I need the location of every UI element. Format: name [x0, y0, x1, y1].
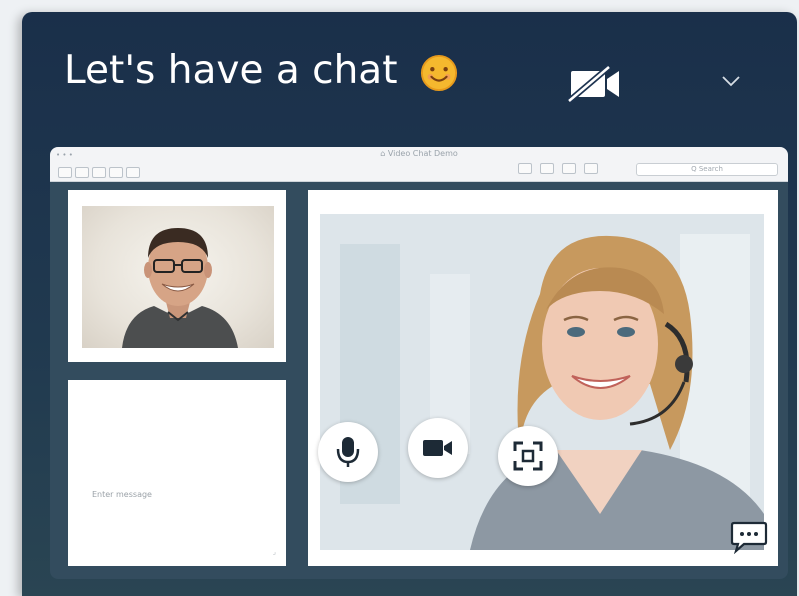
open-chat-button[interactable]	[730, 520, 768, 555]
message-input-placeholder[interactable]: Enter message	[92, 490, 152, 499]
reload-button[interactable]	[126, 167, 140, 178]
video-camera-icon	[423, 440, 452, 456]
self-video-panel	[68, 190, 286, 362]
man-portrait-image	[122, 228, 238, 348]
self-video-feed	[82, 206, 274, 348]
video-chat-preview: • • • ⌂ Video Chat Demo Q Search Enter m…	[50, 147, 788, 579]
home-button[interactable]	[109, 167, 123, 178]
forward-button[interactable]	[75, 167, 89, 178]
toggle-video-button[interactable]	[408, 418, 468, 478]
preview-window-titlebar: • • • ⌂ Video Chat Demo Q Search	[50, 147, 788, 182]
smiling-face-icon	[420, 54, 457, 91]
camera-off-icon[interactable]	[565, 65, 629, 103]
fullscreen-button[interactable]	[498, 426, 558, 486]
chat-bubble-icon	[730, 521, 768, 555]
search-input[interactable]: Q Search	[636, 163, 778, 176]
preview-toolbar-left	[58, 163, 178, 178]
preview-window-title: ⌂ Video Chat Demo	[380, 149, 458, 158]
remote-video-feed	[320, 214, 764, 550]
widget-header-title: Let's have a chat	[64, 48, 458, 93]
share-button[interactable]	[518, 163, 532, 174]
settings-button[interactable]	[584, 163, 598, 174]
microphone-icon	[336, 437, 360, 467]
chat-widget: Let's have a chat • • • ⌂ Video Chat Dem…	[22, 12, 797, 596]
chat-title-text: Let's have a chat	[64, 48, 398, 93]
fullscreen-icon	[513, 441, 543, 471]
woman-with-headset-image	[320, 214, 764, 550]
sidebar-button[interactable]	[92, 167, 106, 178]
remote-video-panel	[308, 190, 778, 566]
back-button[interactable]	[58, 167, 72, 178]
preview-toolbar-right: Q Search	[518, 163, 778, 176]
tabs-button[interactable]	[562, 163, 576, 174]
mute-microphone-button[interactable]	[318, 422, 378, 482]
chevron-down-icon[interactable]	[718, 68, 744, 94]
resize-grip-icon[interactable]: ⌟	[273, 548, 276, 556]
message-panel[interactable]: Enter message ⌟	[68, 380, 286, 566]
bookmark-button[interactable]	[540, 163, 554, 174]
